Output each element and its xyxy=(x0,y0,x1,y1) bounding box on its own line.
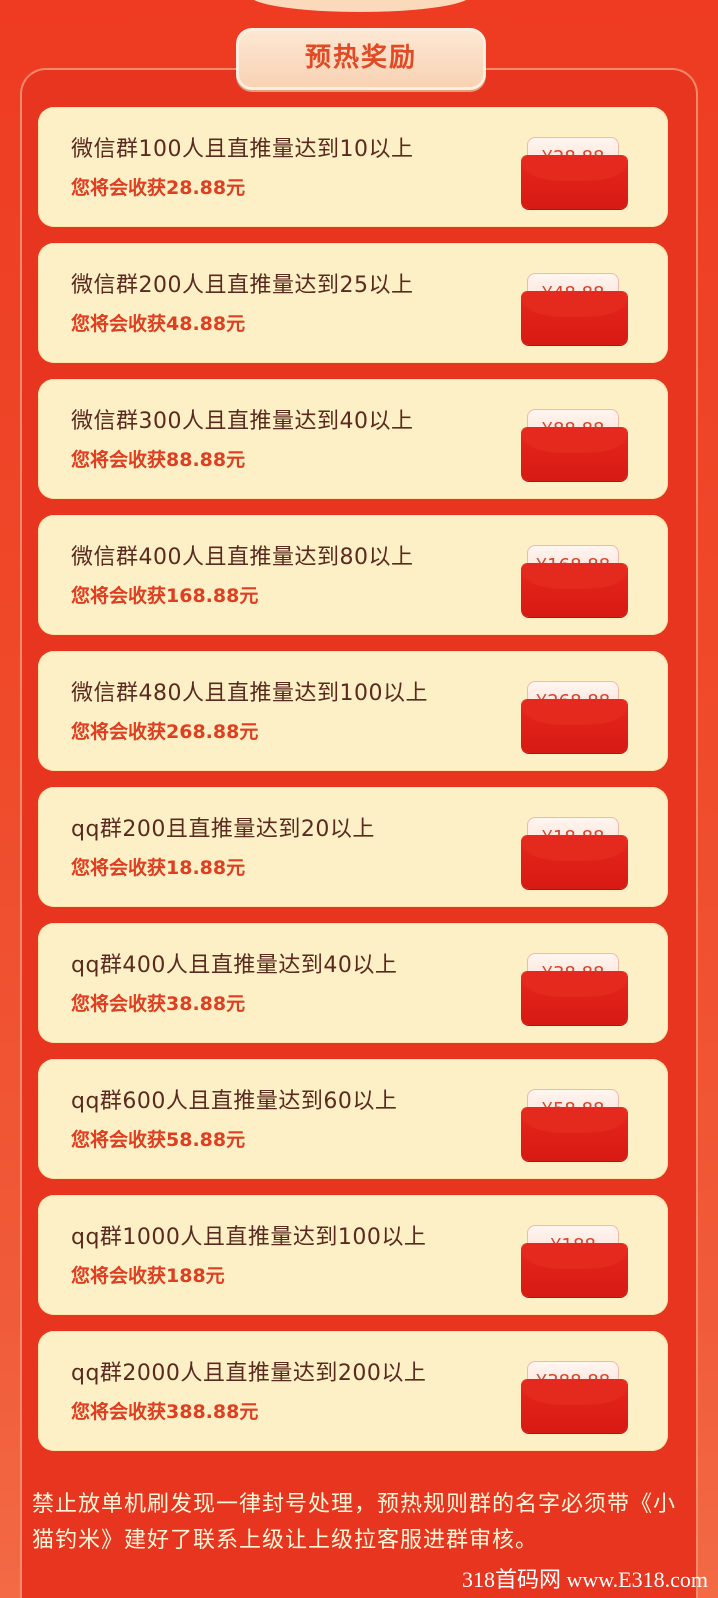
red-envelope-icon: ¥18.88 xyxy=(521,817,628,889)
red-envelope-icon: ¥58.88 xyxy=(521,1089,628,1161)
reward-amount-text: 您将会收获28.88元 xyxy=(71,177,246,199)
reward-card: qq群2000人且直推量达到200以上 您将会收获388.88元 ¥388.88 xyxy=(38,1331,668,1451)
reward-amount-text: 您将会收获388.88元 xyxy=(71,1401,259,1423)
reward-condition: 微信群400人且直推量达到80以上 xyxy=(71,545,414,570)
reward-amount-text: 您将会收获168.88元 xyxy=(71,585,259,607)
reward-condition: qq群400人且直推量达到40以上 xyxy=(71,953,398,978)
red-envelope-icon: ¥188 xyxy=(521,1225,628,1297)
reward-condition: qq群600人且直推量达到60以上 xyxy=(71,1089,398,1114)
reward-amount-text: 您将会收获88.88元 xyxy=(71,449,246,471)
red-envelope-icon: ¥268.88 xyxy=(521,681,628,753)
reward-card: qq群600人且直推量达到60以上 您将会收获58.88元 ¥58.88 xyxy=(38,1059,668,1179)
page-title: 预热奖励 xyxy=(236,28,486,90)
reward-condition: 微信群100人且直推量达到10以上 xyxy=(71,137,414,162)
reward-card: 微信群300人且直推量达到40以上 您将会收获88.88元 ¥88.88 xyxy=(38,379,668,499)
reward-card: qq群1000人且直推量达到100以上 您将会收获188元 ¥188 xyxy=(38,1195,668,1315)
red-envelope-icon: ¥388.88 xyxy=(521,1361,628,1433)
reward-condition: 微信群200人且直推量达到25以上 xyxy=(71,273,414,298)
red-envelope-icon: ¥28.88 xyxy=(521,137,628,209)
reward-card: 微信群200人且直推量达到25以上 您将会收获48.88元 ¥48.88 xyxy=(38,243,668,363)
reward-amount-text: 您将会收获48.88元 xyxy=(71,313,246,335)
reward-amount-text: 您将会收获188元 xyxy=(71,1265,225,1287)
reward-amount-text: 您将会收获268.88元 xyxy=(71,721,259,743)
reward-condition: 微信群300人且直推量达到40以上 xyxy=(71,409,414,434)
reward-card: 微信群400人且直推量达到80以上 您将会收获168.88元 ¥168.88 xyxy=(38,515,668,635)
reward-condition: qq群200且直推量达到20以上 xyxy=(71,817,375,842)
watermark: 318首码网 www.E318.com xyxy=(461,1567,708,1592)
reward-amount-text: 您将会收获38.88元 xyxy=(71,993,246,1015)
reward-card: qq群400人且直推量达到40以上 您将会收获38.88元 ¥38.88 xyxy=(38,923,668,1043)
reward-amount-text: 您将会收获18.88元 xyxy=(71,857,246,879)
reward-card: qq群200且直推量达到20以上 您将会收获18.88元 ¥18.88 xyxy=(38,787,668,907)
reward-card: 微信群480人且直推量达到100以上 您将会收获268.88元 ¥268.88 xyxy=(38,651,668,771)
red-envelope-icon: ¥168.88 xyxy=(521,545,628,617)
reward-amount-text: 您将会收获58.88元 xyxy=(71,1129,246,1151)
reward-condition: 微信群480人且直推量达到100以上 xyxy=(71,681,428,706)
reward-card: 微信群100人且直推量达到10以上 您将会收获28.88元 ¥28.88 xyxy=(38,107,668,227)
rules-notice: 禁止放单机刷发现一律封号处理，预热规则群的名字必须带《小猫钓米》建好了联系上级让… xyxy=(32,1492,677,1553)
red-envelope-icon: ¥38.88 xyxy=(521,953,628,1025)
red-envelope-icon: ¥88.88 xyxy=(521,409,628,481)
red-envelope-icon: ¥48.88 xyxy=(521,273,628,345)
top-decoration xyxy=(249,0,471,12)
reward-condition: qq群1000人且直推量达到100以上 xyxy=(71,1225,427,1250)
reward-condition: qq群2000人且直推量达到200以上 xyxy=(71,1361,427,1386)
